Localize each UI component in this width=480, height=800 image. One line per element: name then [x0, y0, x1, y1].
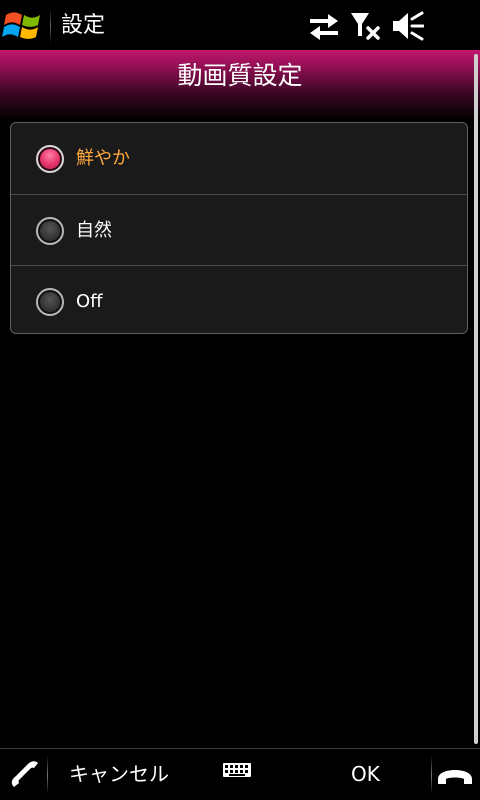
option-label: Off [76, 291, 103, 312]
keyboard-icon[interactable] [222, 762, 252, 780]
status-divider [50, 8, 51, 44]
video-quality-options: 鮮やか 自然 Off [10, 122, 468, 334]
page-title: 動画質設定 [177, 61, 303, 90]
cancel-button[interactable]: キャンセル [69, 759, 169, 789]
scrollbar[interactable] [474, 54, 478, 744]
end-call-icon[interactable] [434, 757, 476, 793]
volume-muted-icon[interactable] [392, 10, 425, 42]
status-bar: 設定 [0, 0, 480, 50]
softkey-divider [47, 755, 48, 795]
option-label: 鮮やか [76, 148, 130, 169]
page-header: 動画質設定 [0, 50, 480, 120]
radio-button[interactable] [36, 217, 64, 245]
no-signal-icon[interactable] [350, 10, 382, 42]
windows-start-icon[interactable] [2, 6, 44, 44]
option-natural[interactable]: 自然 [11, 194, 467, 265]
phone-call-icon[interactable] [4, 757, 44, 793]
radio-button[interactable] [36, 288, 64, 316]
option-label: 自然 [76, 220, 112, 241]
option-off[interactable]: Off [11, 265, 467, 333]
softkey-divider [431, 755, 432, 795]
radio-button-selected[interactable] [36, 145, 64, 173]
softkey-bar: キャンセル OK [0, 748, 480, 800]
app-title: 設定 [61, 13, 106, 38]
ok-button[interactable]: OK [351, 759, 380, 789]
data-sync-icon[interactable] [308, 10, 340, 42]
option-vivid[interactable]: 鮮やか [11, 123, 467, 194]
screen: 設定 動画質設定 鮮やか 自然 Off キャンセル OK [0, 0, 480, 800]
